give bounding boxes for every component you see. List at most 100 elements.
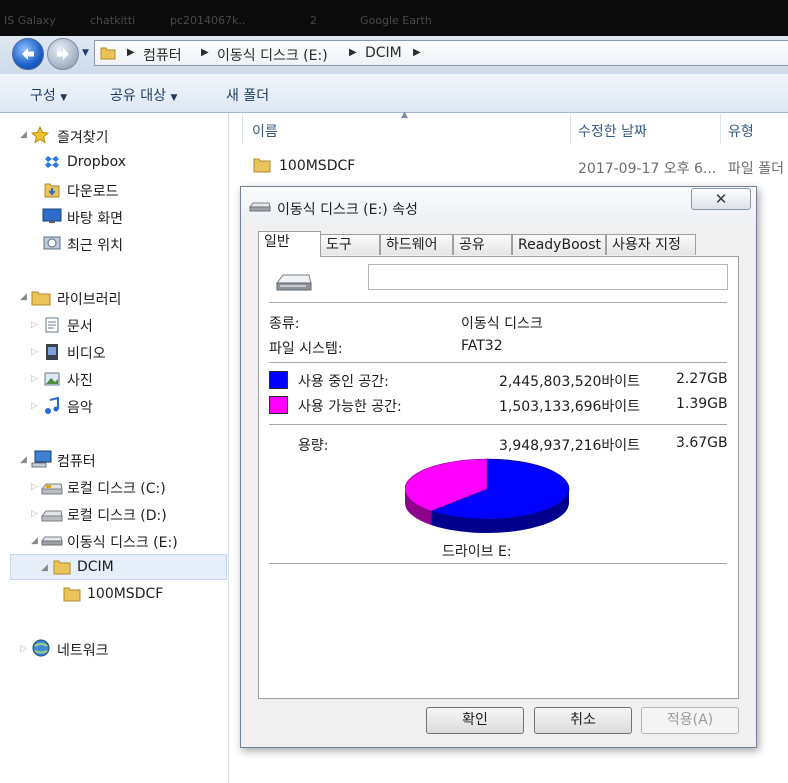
nav-item-pictures[interactable]: 사진: [67, 370, 93, 390]
bg-fragment: chatkitti: [90, 14, 136, 27]
breadcrumb-removable-disk[interactable]: 이동식 디스크 (E:): [217, 45, 328, 65]
removable-disk-icon: [249, 202, 271, 212]
cancel-button[interactable]: 취소: [534, 707, 632, 734]
nav-folder-dcim[interactable]: DCIM: [77, 559, 114, 575]
divider: [269, 302, 727, 303]
downloads-folder-icon: [44, 183, 60, 198]
nav-network[interactable]: 네트워크: [57, 640, 109, 660]
nav-item-recent-places[interactable]: 최근 위치: [67, 235, 123, 255]
bg-fragment: 2: [310, 14, 317, 27]
type-label: 종류:: [269, 316, 300, 332]
free-space-label: 사용 가능한 공간:: [298, 399, 402, 415]
nav-item-downloads[interactable]: 다운로드: [67, 181, 119, 201]
disk-usage-pie-chart: [405, 458, 570, 533]
breadcrumb-separator-icon[interactable]: ▶: [127, 47, 135, 58]
column-divider[interactable]: [720, 114, 721, 144]
column-header-date[interactable]: 수정한 날짜: [578, 121, 647, 141]
tab-tools[interactable]: 도구: [320, 234, 380, 255]
nav-drive-c[interactable]: 로컬 디스크 (C:): [67, 478, 166, 498]
tab-hardware[interactable]: 하드웨어: [380, 234, 453, 255]
tab-readyboost[interactable]: ReadyBoost: [512, 234, 606, 255]
documents-icon: [45, 317, 59, 333]
tab-sharing[interactable]: 공유: [453, 234, 512, 255]
nav-libraries[interactable]: 라이브러리: [57, 289, 121, 309]
nav-folder-100msdcf[interactable]: 100MSDCF: [87, 586, 163, 602]
file-type: 파일 폴더: [728, 161, 784, 177]
divider: [269, 362, 727, 363]
collapse-triangle-icon[interactable]: ▷: [31, 374, 38, 384]
arrow-left-icon: [22, 48, 34, 60]
filesystem-label: 파일 시스템:: [269, 341, 343, 357]
share-with-button[interactable]: 공유 대상 ▼: [110, 85, 177, 105]
collapse-triangle-icon[interactable]: ▷: [31, 347, 38, 357]
collapse-triangle-icon[interactable]: ▷: [31, 509, 38, 519]
removable-disk-icon: [41, 536, 63, 546]
breadcrumb-computer[interactable]: 컴퓨터: [143, 45, 182, 65]
column-divider[interactable]: [570, 114, 571, 144]
collapse-triangle-icon[interactable]: ▷: [31, 401, 38, 411]
type-value: 이동식 디스크: [461, 316, 543, 332]
close-button[interactable]: ✕: [691, 188, 751, 210]
network-icon: [32, 639, 50, 657]
expand-triangle-icon[interactable]: ◢: [41, 563, 48, 573]
capacity-bytes: 3,948,937,216바이트: [499, 438, 641, 454]
expand-triangle-icon[interactable]: ◢: [20, 292, 27, 302]
collapse-triangle-icon[interactable]: ▷: [20, 644, 27, 654]
libraries-icon: [31, 291, 51, 306]
address-bar-region: ▼ ▶ 컴퓨터 ▶ 이동식 디스크 (E:) ▶ DCIM ▶: [0, 36, 788, 74]
used-space-bytes: 2,445,803,520바이트: [499, 374, 641, 390]
used-space-size: 2.27GB: [676, 371, 728, 387]
new-folder-button[interactable]: 새 폴더: [226, 85, 269, 105]
dropbox-icon: [45, 156, 59, 168]
free-space-size: 1.39GB: [676, 396, 728, 412]
sort-ascending-icon: ▲: [401, 110, 408, 120]
videos-icon: [46, 344, 58, 360]
expand-triangle-icon[interactable]: ◢: [20, 130, 27, 140]
nav-drive-d[interactable]: 로컬 디스크 (D:): [67, 505, 167, 525]
organize-button[interactable]: 구성 ▼: [30, 85, 67, 105]
breadcrumb-separator-icon[interactable]: ▶: [201, 47, 209, 58]
back-button[interactable]: [12, 38, 44, 70]
file-row[interactable]: 100MSDCF 2017-09-17 오후 6... 파일 폴더: [250, 150, 788, 180]
nav-item-dropbox[interactable]: Dropbox: [67, 154, 126, 170]
capacity-size: 3.67GB: [676, 435, 728, 451]
nav-item-documents[interactable]: 문서: [67, 316, 93, 336]
nav-item-music[interactable]: 음악: [67, 397, 93, 417]
file-name: 100MSDCF: [279, 158, 356, 174]
nav-item-videos[interactable]: 비디오: [67, 343, 106, 363]
apply-button[interactable]: 적용(A): [641, 707, 739, 734]
dialog-titlebar[interactable]: 이동식 디스크 (E:) 속성 ✕: [241, 187, 756, 221]
address-bar[interactable]: ▶ 컴퓨터 ▶ 이동식 디스크 (E:) ▶ DCIM ▶: [94, 40, 788, 66]
breadcrumb-separator-icon[interactable]: ▶: [413, 47, 421, 58]
expand-triangle-icon[interactable]: ◢: [20, 455, 27, 465]
drive-name-input[interactable]: [368, 264, 728, 290]
nav-item-desktop[interactable]: 바탕 화면: [67, 208, 123, 228]
nav-drive-e[interactable]: 이동식 디스크 (E:): [67, 532, 178, 552]
nav-computer[interactable]: 컴퓨터: [57, 451, 96, 471]
ok-button[interactable]: 확인: [426, 707, 524, 734]
tab-general[interactable]: 일반: [258, 231, 321, 257]
nav-favorites[interactable]: 즐겨찾기: [57, 127, 109, 147]
forward-button[interactable]: [47, 38, 79, 70]
folder-icon: [63, 587, 81, 602]
breadcrumb-separator-icon[interactable]: ▶: [349, 47, 357, 58]
divider: [269, 424, 727, 425]
column-divider: [242, 114, 243, 144]
arrow-right-icon: [57, 48, 69, 60]
filesystem-value: FAT32: [461, 338, 503, 354]
column-header-name[interactable]: 이름: [252, 121, 278, 141]
history-dropdown-icon[interactable]: ▼: [82, 48, 89, 58]
expand-triangle-icon[interactable]: ◢: [31, 536, 38, 546]
free-space-bytes: 1,503,133,696바이트: [499, 399, 641, 415]
bg-fragment: IS Galaxy: [4, 14, 56, 27]
breadcrumb-dcim[interactable]: DCIM: [365, 45, 402, 61]
column-header-type[interactable]: 유형: [728, 121, 754, 141]
folder-icon: [100, 47, 116, 60]
computer-icon: [31, 450, 52, 468]
divider: [269, 563, 727, 564]
collapse-triangle-icon[interactable]: ▷: [31, 482, 38, 492]
collapse-triangle-icon[interactable]: ▷: [31, 320, 38, 330]
chevron-down-icon: ▼: [170, 93, 178, 103]
tab-customize[interactable]: 사용자 지정: [606, 234, 696, 255]
file-date: 2017-09-17 오후 6...: [578, 161, 717, 177]
